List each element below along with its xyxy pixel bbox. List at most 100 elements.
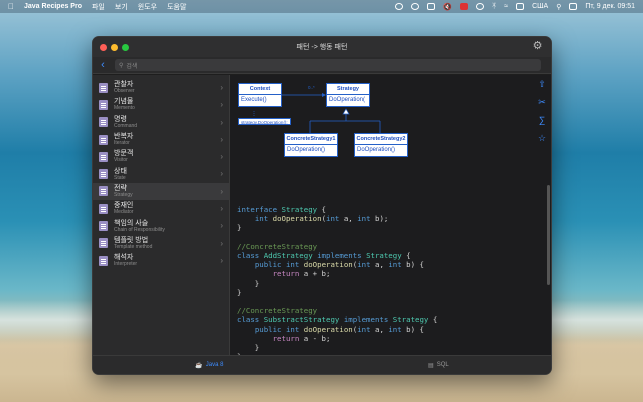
sidebar-item-subtitle: State	[114, 174, 126, 181]
sidebar-item-subtitle: Iterator	[114, 140, 130, 147]
back-chevron-icon[interactable]: ‹	[95, 59, 111, 71]
battery-icon[interactable]	[516, 3, 525, 10]
uml-strategy-box: Strategy DoOperation(	[326, 83, 370, 107]
sidebar-item[interactable]: 중재인 Mediator ›	[93, 200, 229, 217]
document-icon	[99, 169, 108, 180]
spotlight-icon[interactable]: ⚲	[556, 3, 561, 11]
chevron-right-icon: ›	[220, 186, 223, 196]
message-icon[interactable]	[427, 3, 436, 10]
document-icon	[99, 221, 108, 232]
chevron-right-icon: ›	[220, 117, 223, 127]
app-window: 패턴 -> 행동 패턴 ⚙ ‹ ⚲ 검색 관찰자 Observer › 기념물 Meme…	[92, 36, 552, 375]
sidebar-item-title: 방문객	[114, 150, 134, 158]
chevron-right-icon: ›	[220, 152, 223, 162]
uml-note: strategy.DoOperation();	[238, 118, 291, 125]
sidebar-item[interactable]: 명령 Command ›	[93, 114, 229, 131]
sidebar-item-subtitle: Observer	[114, 88, 135, 95]
sidebar-item-title: 명령	[114, 115, 127, 123]
pen-icon[interactable]	[411, 3, 420, 10]
chevron-right-icon: ›	[220, 204, 223, 214]
uml-concrete1-method: DoOperation()	[287, 147, 326, 153]
mute-icon[interactable]: 🔇	[443, 3, 452, 11]
uml-concrete1-name: ConcreteStrategy1	[285, 134, 337, 145]
star-icon[interactable]: ☆	[537, 133, 547, 143]
sidebar-item[interactable]: 해석자 Interpreter ›	[93, 252, 229, 269]
sidebar-item[interactable]: 반복자 Iterator ›	[93, 131, 229, 148]
uml-concrete1-box: ConcreteStrategy1 DoOperation()	[284, 133, 338, 157]
chevron-right-icon: ›	[220, 83, 223, 92]
tab-sql-label: SQL	[436, 362, 449, 368]
window-title: 패턴 -> 행동 패턴	[296, 44, 348, 51]
tab-java-label: Java 8	[205, 362, 224, 368]
sidebar-item-title: 반복자	[114, 133, 134, 141]
uml-diagram: Context Execute() 0..* Strategy DoOperat…	[234, 81, 454, 169]
chevron-right-icon: ›	[220, 255, 223, 265]
document-icon	[99, 82, 108, 93]
content-area: 관찰자 Observer › 기념물 Memento › 명령 Command › 반복자 Iter…	[93, 75, 551, 355]
sidebar-item[interactable]: 방문객 Visitor ›	[93, 148, 229, 165]
keyboard-layout[interactable]: США	[532, 3, 548, 10]
tools-icon[interactable]: ✂	[537, 97, 547, 107]
sidebar-item-subtitle: Mediator	[114, 209, 134, 216]
sidebar-item-subtitle: Memento	[114, 105, 135, 112]
toolbar: ‹ ⚲ 검색	[93, 57, 551, 74]
chevron-right-icon: ›	[220, 100, 223, 110]
chevron-right-icon: ›	[220, 134, 223, 144]
sidebar-item-title: 관찰자	[114, 81, 134, 89]
sidebar-item-subtitle: Command	[114, 122, 138, 129]
uml-concrete2-name: ConcreteStrategy2	[355, 134, 407, 145]
uml-context-method: Execute()	[241, 97, 267, 103]
clock[interactable]: Пт, 9 дек. 09:51	[585, 3, 635, 10]
sidebar-item[interactable]: 기념물 Memento ›	[93, 96, 229, 113]
menu-file[interactable]: 파일	[92, 2, 105, 12]
sidebar-item-subtitle: Template method	[114, 243, 153, 250]
menu-view[interactable]: 보기	[115, 2, 128, 12]
document-icon	[99, 186, 108, 197]
wifi-icon[interactable]: ≈	[504, 3, 508, 10]
vpn-icon[interactable]	[476, 3, 485, 10]
menu-app-name[interactable]: Java Recipes Pro	[24, 3, 82, 10]
sidebar-item-title: 책임의 사슬	[114, 219, 149, 227]
sidebar-item-title: 상태	[114, 167, 127, 175]
uml-context-name: Context	[239, 84, 281, 95]
uml-strategy-name: Strategy	[327, 84, 369, 95]
menu-window[interactable]: 윈도우	[138, 2, 157, 12]
sidebar-item-subtitle: Interpreter	[114, 261, 138, 268]
uml-concrete2-method: DoOperation()	[357, 147, 396, 153]
uml-context-box: Context Execute()	[238, 83, 282, 107]
document-icon	[99, 203, 108, 214]
document-icon	[99, 151, 108, 162]
tab-sql[interactable]: ▤ SQL	[428, 362, 449, 369]
chevron-right-icon: ›	[220, 238, 223, 248]
sidebar-item[interactable]: 관찰자 Observer ›	[93, 79, 229, 96]
sidebar-item[interactable]: 책임의 사슬 Chain of Responsibility ›	[93, 217, 229, 234]
sidebar-item[interactable]: 상태 State ›	[93, 165, 229, 182]
control-center-icon[interactable]	[569, 3, 578, 10]
search-field[interactable]: ⚲ 검색	[115, 59, 541, 71]
uml-multiplicity: 0..*	[308, 85, 315, 90]
menu-extras: 🔇 ᛡ ≈ США ⚲ Пт, 9 дек. 09:51	[395, 3, 635, 11]
sidebar-item-title: 중재인	[114, 202, 134, 210]
menu-help[interactable]: 도움말	[167, 2, 186, 12]
tab-java[interactable]: ☕ Java 8	[195, 362, 223, 369]
detail-actions: ⇧ ✂ ∑ ☆	[537, 79, 547, 143]
java-icon: ☕	[195, 362, 203, 369]
apple-icon[interactable]: 	[8, 2, 14, 11]
sidebar-item-title: 기념물	[114, 98, 134, 106]
scrollbar[interactable]	[547, 185, 550, 285]
chevron-right-icon: ›	[220, 169, 223, 179]
gear-icon[interactable]: ⚙	[531, 40, 544, 53]
sidebar-item[interactable]: 템플릿 방법 Template method ›	[93, 235, 229, 252]
document-icon	[99, 134, 108, 145]
search-icon: ⚲	[119, 62, 124, 69]
sidebar-item[interactable]: 전략 Strategy ›	[93, 182, 229, 201]
bluetooth-icon[interactable]: ᛡ	[492, 3, 496, 10]
record-icon[interactable]	[460, 3, 469, 10]
share-icon[interactable]: ⇧	[537, 79, 547, 89]
sidebar: 관찰자 Observer › 기념물 Memento › 명령 Command › 반복자 Iter…	[93, 75, 230, 355]
sort-icon[interactable]: ∑	[537, 115, 547, 125]
creative-cloud-icon[interactable]	[395, 3, 404, 10]
sidebar-item-subtitle: Chain of Responsibility	[114, 226, 165, 233]
sidebar-item-title: 해석자	[114, 254, 134, 262]
sidebar-item-title: 템플릿 방법	[114, 236, 149, 244]
